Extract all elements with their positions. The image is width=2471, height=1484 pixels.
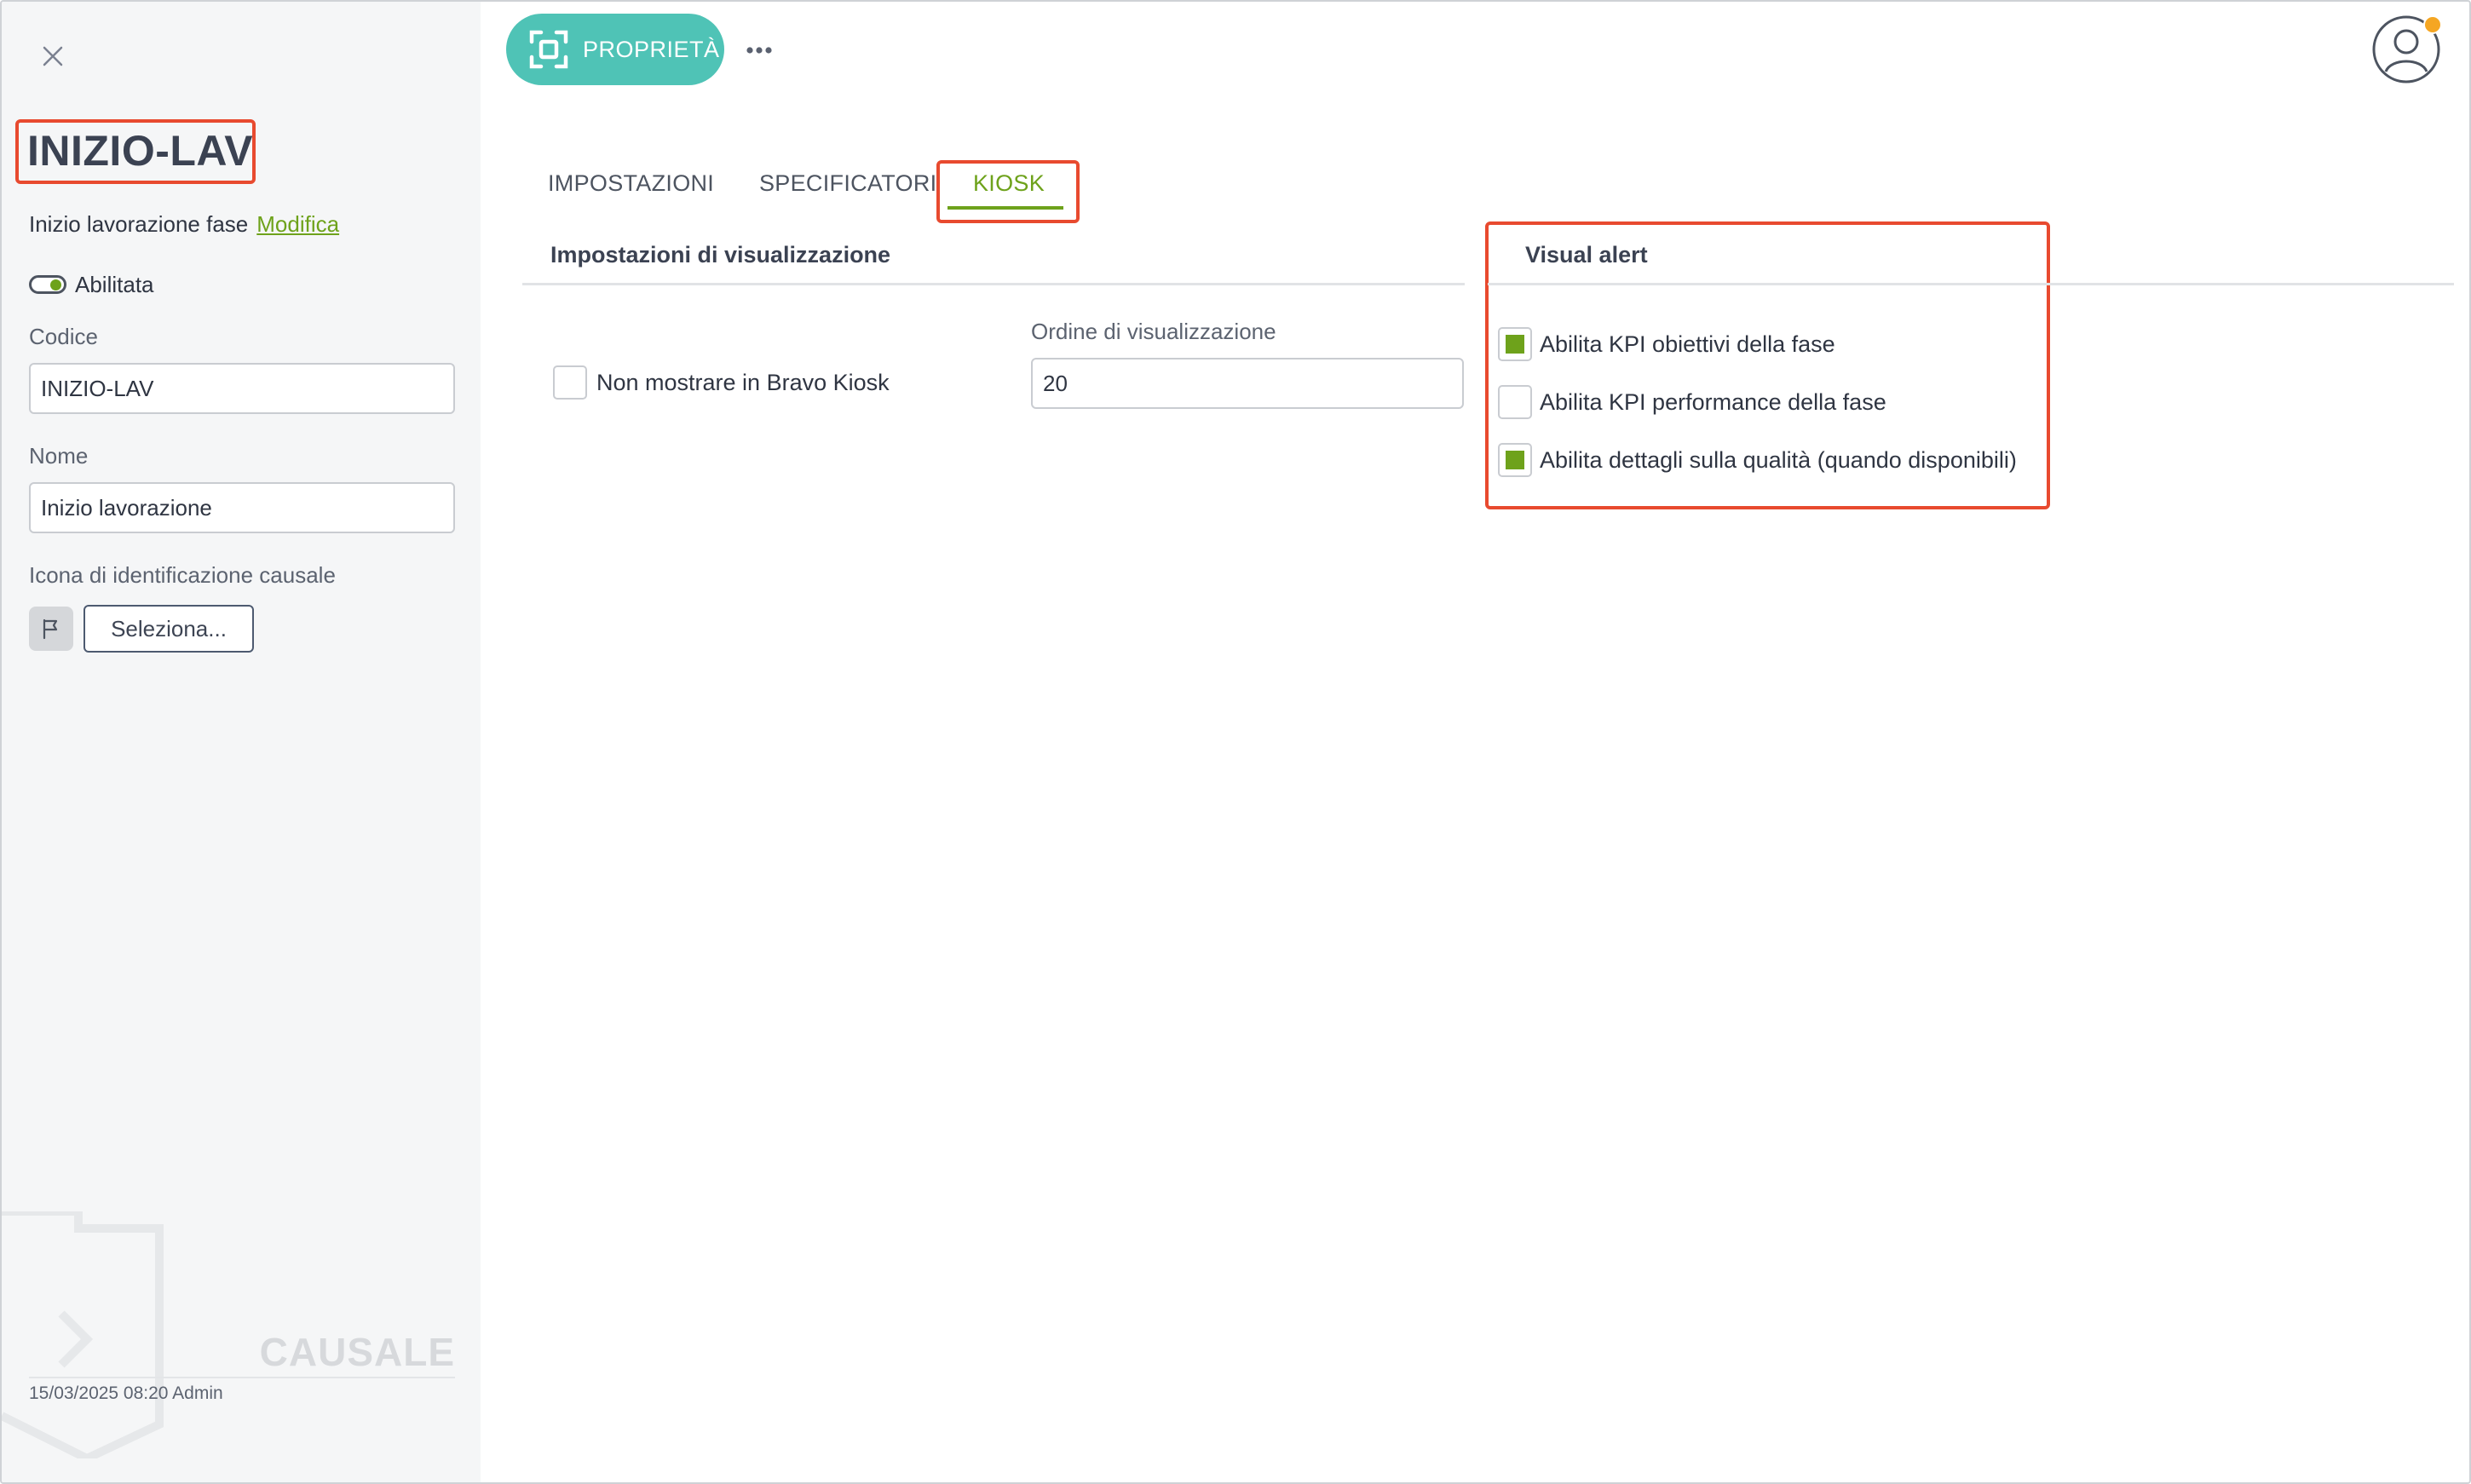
close-icon[interactable]	[39, 43, 66, 70]
display-settings-title: Impostazioni di visualizzazione	[550, 242, 891, 267]
select-icon-button[interactable]: Seleziona...	[84, 605, 254, 653]
app-window: INIZIO-LAV Inizio lavorazione fase Modifi…	[0, 0, 2471, 1484]
visual-alert-divider	[1488, 283, 2454, 285]
visual-alert-title: Visual alert	[1525, 242, 1648, 267]
kpi-performance-label: Abilita KPI performance della fase	[1540, 389, 1886, 415]
edit-link[interactable]: Modifica	[256, 211, 339, 237]
entity-type-label: CAUSALE	[259, 1330, 455, 1374]
name-label: Nome	[29, 443, 89, 469]
display-settings-divider	[522, 283, 1465, 285]
footer-divider	[29, 1377, 455, 1378]
enabled-label: Abilitata	[75, 271, 154, 297]
enabled-toggle-row: Abilitata	[29, 271, 154, 298]
order-label: Ordine di visualizzazione	[1031, 319, 1276, 344]
enabled-toggle[interactable]	[29, 275, 66, 294]
icon-label: Icona di identificazione causale	[29, 562, 336, 588]
causale-watermark-icon	[2, 1207, 172, 1464]
tab-specificatori[interactable]: SPECIFICATORI	[759, 170, 936, 197]
focus-frame-icon	[528, 29, 569, 70]
name-field[interactable]: Inizio lavorazione	[29, 482, 455, 533]
kpi-goals-label: Abilita KPI obiettivi della fase	[1540, 331, 1835, 357]
footer-meta: 15/03/2025 08:20 Admin	[29, 1383, 223, 1403]
properties-button-label: PROPRIETÀ	[583, 36, 720, 62]
code-label: Codice	[29, 324, 98, 349]
description-row: Inizio lavorazione fase Modifica	[29, 211, 339, 238]
quality-details-checkbox[interactable]	[1498, 443, 1532, 477]
kiosk-tab-highlight	[936, 160, 1080, 223]
properties-button[interactable]: PROPRIETÀ	[506, 14, 724, 85]
page-title: INIZIO-LAV	[27, 127, 254, 175]
quality-details-label: Abilita dettagli sulla qualità (quando d…	[1540, 447, 2017, 473]
kpi-goals-checkbox[interactable]	[1498, 327, 1532, 361]
order-field[interactable]: 20	[1031, 358, 1464, 409]
hide-in-kiosk-checkbox[interactable]	[553, 365, 587, 400]
hide-in-kiosk-label: Non mostrare in Bravo Kiosk	[596, 370, 890, 395]
tab-impostazioni[interactable]: IMPOSTAZIONI	[548, 170, 714, 197]
code-field[interactable]: INIZIO-LAV	[29, 363, 455, 414]
flag-icon	[29, 607, 73, 651]
notification-badge	[2423, 15, 2442, 34]
kpi-performance-checkbox[interactable]	[1498, 385, 1532, 419]
description-text: Inizio lavorazione fase	[29, 211, 249, 237]
toggle-knob	[50, 279, 61, 290]
ellipsis-icon[interactable]	[745, 36, 774, 65]
details-sidebar: INIZIO-LAV Inizio lavorazione fase Modifi…	[2, 2, 481, 1482]
